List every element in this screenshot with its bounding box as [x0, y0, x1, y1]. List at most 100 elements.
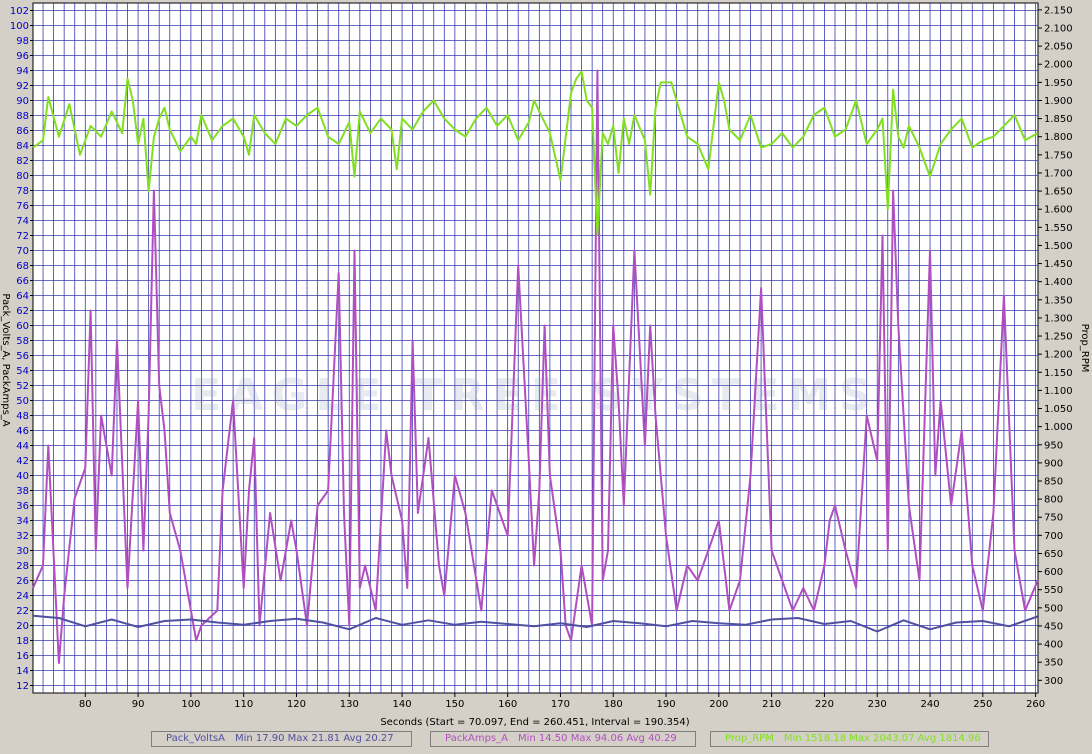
right-tick-label: 1.650 [1044, 187, 1073, 198]
right-tick-label: 500 [1044, 603, 1063, 614]
left-tick-label: 40 [16, 471, 29, 482]
chart: EAGLE TREE SYSTEMS 12 14 16 18 20 22 24 26 28 30 3… [0, 2, 1090, 728]
left-tick-label: 88 [16, 111, 29, 122]
left-tick-label: 44 [16, 441, 29, 452]
left-tick-label: 90 [16, 96, 29, 107]
x-axis-ticks: 80 90 100 110 120 130 140 150 160 170 180 190 200 210… [79, 693, 1045, 710]
left-tick-label: 76 [16, 201, 29, 212]
right-tick-label: 1.950 [1044, 78, 1073, 89]
left-tick-label: 24 [16, 591, 29, 602]
legend-pack-volts-stats: Min 17.90 Max 21.81 Avg 20.27 [234, 733, 394, 744]
right-tick-label: 350 [1044, 658, 1063, 669]
left-tick-label: 54 [16, 366, 29, 377]
left-tick-label: 96 [16, 51, 29, 62]
x-tick-label: 80 [79, 699, 92, 710]
x-tick-label: 170 [551, 699, 570, 710]
right-tick-label: 1.250 [1044, 332, 1073, 343]
right-tick-label: 2.000 [1044, 60, 1073, 71]
right-tick-label: 550 [1044, 585, 1063, 596]
right-tick-label: 700 [1044, 531, 1063, 542]
left-tick-label: 66 [16, 276, 29, 287]
watermark-text: EAGLE TREE SYSTEMS [191, 370, 879, 421]
right-tick-label: 1.550 [1044, 223, 1073, 234]
x-tick-label: 140 [393, 699, 412, 710]
right-tick-label: 1.350 [1044, 295, 1073, 306]
left-tick-label: 72 [16, 231, 29, 242]
x-tick-label: 90 [132, 699, 145, 710]
right-tick-label: 750 [1044, 513, 1063, 524]
right-tick-label: 1.400 [1044, 277, 1073, 288]
left-tick-label: 92 [16, 81, 29, 92]
right-tick-label: 850 [1044, 476, 1063, 487]
left-tick-label: 50 [16, 396, 29, 407]
y-left-axis-label: Pack_Volts_A, PackAmps_A [0, 293, 11, 426]
right-tick-label: 1.700 [1044, 168, 1073, 179]
x-tick-label: 180 [604, 699, 623, 710]
legend-prop-rpm: Prop_RPM Min 1518.18 Max 2043.07 Avg 1814… [710, 731, 989, 747]
right-tick-label: 1.800 [1044, 132, 1073, 143]
left-tick-label: 32 [16, 531, 29, 542]
left-tick-label: 42 [16, 456, 29, 467]
left-tick-label: 70 [16, 246, 29, 257]
x-tick-label: 260 [1026, 699, 1045, 710]
legend-pack-volts-name: Pack_VoltsA [166, 733, 225, 744]
legend-pack-amps-stats: Min 14.50 Max 94.06 Avg 40.29 [517, 733, 677, 744]
left-tick-label: 12 [16, 681, 29, 692]
x-axis-label: Seconds (Start = 70.097, End = 260.451, … [380, 717, 689, 728]
right-tick-label: 1.050 [1044, 404, 1073, 415]
right-tick-label: 2.050 [1044, 42, 1073, 53]
right-tick-label: 1.500 [1044, 241, 1073, 252]
right-tick-label: 450 [1044, 621, 1063, 632]
left-tick-label: 30 [16, 546, 29, 557]
x-tick-label: 130 [340, 699, 359, 710]
x-tick-label: 110 [234, 699, 253, 710]
left-tick-label: 80 [16, 171, 29, 182]
left-tick-label: 38 [16, 486, 29, 497]
right-tick-label: 1.200 [1044, 350, 1073, 361]
left-tick-label: 52 [16, 381, 29, 392]
left-tick-label: 58 [16, 336, 29, 347]
left-tick-label: 68 [16, 261, 29, 272]
right-tick-label: 900 [1044, 458, 1063, 469]
watermark: EAGLE TREE SYSTEMS [191, 370, 879, 421]
left-tick-label: 60 [16, 321, 29, 332]
left-tick-label: 20 [16, 621, 29, 632]
right-tick-label: 2.100 [1044, 24, 1073, 35]
x-tick-label: 190 [656, 699, 675, 710]
right-tick-label: 300 [1044, 676, 1063, 687]
legend-pack-amps-name: PackAmps_A [445, 733, 508, 744]
right-tick-label: 1.150 [1044, 368, 1073, 379]
right-tick-label: 1.100 [1044, 386, 1073, 397]
legend-prop-rpm-name: Prop_RPM [725, 733, 774, 744]
right-tick-label: 400 [1044, 640, 1063, 651]
right-axis-ticks: 300 350 400 450 500 550 600 650 700 750 800 850 900 9… [1038, 5, 1073, 687]
left-tick-label: 64 [16, 291, 29, 302]
left-tick-label: 56 [16, 351, 29, 362]
y-right-axis-label: Prop_RPM [1079, 324, 1090, 373]
right-tick-label: 1.850 [1044, 114, 1073, 125]
left-tick-label: 34 [16, 516, 29, 527]
left-tick-label: 36 [16, 501, 29, 512]
legend-prop-rpm-stats: Min 1518.18 Max 2043.07 Avg 1814.96 [783, 733, 981, 744]
left-tick-label: 78 [16, 186, 29, 197]
left-tick-label: 98 [16, 36, 29, 47]
left-tick-label: 74 [16, 216, 29, 227]
right-tick-label: 2.150 [1044, 5, 1073, 16]
left-tick-label: 100 [10, 21, 29, 32]
right-tick-label: 1.900 [1044, 96, 1073, 107]
left-tick-label: 102 [10, 6, 29, 17]
left-tick-label: 46 [16, 426, 29, 437]
left-axis-ticks: 12 14 16 18 20 22 24 26 28 30 32 34 36 38 40 42 44 46 48 50… [10, 6, 33, 692]
plot-area [32, 2, 1039, 694]
left-tick-label: 16 [16, 651, 29, 662]
left-tick-label: 14 [16, 666, 29, 677]
left-tick-label: 94 [16, 66, 29, 77]
left-tick-label: 28 [16, 561, 29, 572]
x-tick-label: 150 [445, 699, 464, 710]
right-tick-label: 1.750 [1044, 150, 1073, 161]
x-tick-label: 210 [762, 699, 781, 710]
left-tick-label: 82 [16, 156, 29, 167]
x-tick-label: 200 [709, 699, 728, 710]
right-tick-label: 950 [1044, 440, 1063, 451]
right-tick-label: 1.600 [1044, 205, 1073, 216]
